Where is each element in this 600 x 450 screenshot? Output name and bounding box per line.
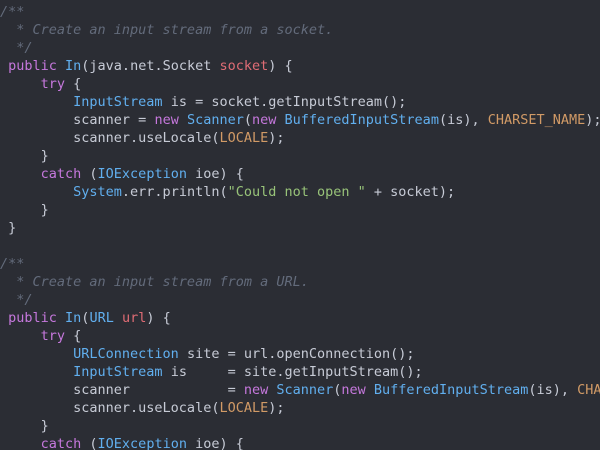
code-token: scanner = (0, 112, 155, 128)
code-line[interactable]: scanner.useLocale(LOCALE); (0, 129, 600, 147)
code-token: scanner.useLocale( (0, 130, 220, 146)
code-token: socket (219, 58, 269, 74)
code-token: ioe) { (186, 166, 244, 182)
code-token: try (0, 328, 66, 344)
code-token: InputStream (0, 364, 163, 380)
code-token: url (121, 310, 147, 326)
code-line[interactable]: catch (IOException ioe) { (0, 435, 600, 450)
code-line[interactable]: /** (0, 255, 600, 273)
code-line[interactable]: */ (0, 39, 600, 57)
code-area[interactable]: /** * Create an input stream from a sock… (0, 0, 600, 450)
code-token: is = site.getInputStream(); (162, 364, 423, 380)
code-token: ioe) { (186, 436, 244, 450)
code-line[interactable]: /** (0, 3, 600, 21)
code-token: URLConnection (0, 346, 179, 362)
code-token: CHARSET_NAME (487, 112, 586, 128)
code-line[interactable]: catch (IOException ioe) { (0, 165, 600, 183)
code-line[interactable]: } (0, 147, 600, 165)
code-token: (is), (438, 112, 488, 128)
code-line[interactable]: System.err.println("Could not open " + s… (0, 183, 600, 201)
code-token: /** (0, 4, 25, 20)
code-token: */ (0, 40, 33, 56)
code-token: catch (0, 166, 82, 182)
code-line[interactable]: */ (0, 291, 600, 309)
code-token: * Create an input stream from a socket. (0, 22, 334, 38)
code-token: InputStream (0, 94, 163, 110)
code-token: scanner.useLocale( (0, 400, 220, 416)
code-line[interactable]: scanner = new Scanner(new BufferedInputS… (0, 111, 600, 129)
code-line[interactable]: public In(URL url) { (0, 309, 600, 327)
code-token: "Could not open " (227, 184, 366, 200)
code-token: is = socket.getInputStream(); (162, 94, 407, 110)
code-line[interactable]: * Create an input stream from a URL. (0, 273, 600, 291)
code-line[interactable]: scanner.useLocale(LOCALE); (0, 399, 600, 417)
code-line[interactable]: } (0, 417, 600, 435)
code-token: new (243, 382, 277, 398)
code-token: + socket); (365, 184, 456, 200)
code-line[interactable]: InputStream is = site.getInputStream(); (0, 363, 600, 381)
code-token: .err.println( (121, 184, 228, 200)
code-token: ( (243, 112, 252, 128)
code-token: System (0, 184, 122, 200)
code-token: new (154, 112, 187, 128)
code-token: In (65, 310, 82, 326)
code-token: IOException (97, 436, 187, 450)
code-token: public (0, 310, 66, 326)
code-line[interactable] (0, 237, 600, 255)
code-line[interactable]: } (0, 201, 600, 219)
code-token: BufferedInputStream (284, 112, 439, 128)
code-token: ); (585, 112, 600, 128)
code-line[interactable]: public In(java.net.Socket socket) { (0, 57, 600, 75)
code-line[interactable]: InputStream is = socket.getInputStream()… (0, 93, 600, 111)
code-token: * Create an input stream from a URL. (0, 274, 309, 290)
code-token: new (341, 382, 374, 398)
code-token: ) { (146, 310, 171, 326)
code-token: { (65, 328, 82, 344)
code-token: Scanner (186, 112, 244, 128)
code-token: ) { (268, 58, 293, 74)
code-token: ); (268, 130, 285, 146)
code-token: Scanner (276, 382, 334, 398)
code-token: } (0, 148, 49, 164)
code-token: LOCALE (219, 400, 269, 416)
code-token: } (0, 220, 17, 236)
code-line[interactable]: URLConnection site = url.openConnection(… (0, 345, 600, 363)
code-line[interactable]: * Create an input stream from a socket. (0, 21, 600, 39)
code-token: (is), (528, 382, 578, 398)
code-line[interactable]: try { (0, 75, 600, 93)
code-token: */ (0, 292, 33, 308)
code-token: (java.net.Socket (81, 58, 220, 74)
code-token: new (252, 112, 285, 128)
code-line[interactable]: } (0, 219, 600, 237)
code-token: IOException (97, 166, 187, 182)
code-token: scanner = (0, 382, 244, 398)
code-token: { (65, 76, 82, 92)
code-token: public (0, 58, 66, 74)
code-token: CHARSE (577, 382, 600, 398)
code-editor[interactable]: /** * Create an input stream from a sock… (0, 0, 600, 450)
code-token: site = url.openConnection(); (178, 346, 415, 362)
code-token: BufferedInputStream (373, 382, 529, 398)
code-token: ( (81, 166, 98, 182)
code-line[interactable]: try { (0, 327, 600, 345)
code-token: catch (0, 436, 82, 450)
code-token: URL (89, 310, 114, 326)
code-token: try (0, 76, 66, 92)
code-token: } (0, 202, 49, 218)
code-token: /** (0, 256, 25, 272)
code-token: In (65, 58, 82, 74)
code-token: } (0, 418, 49, 434)
code-token: ( (81, 436, 98, 450)
code-line[interactable]: scanner = new Scanner(new BufferedInputS… (0, 381, 600, 399)
code-token: LOCALE (219, 130, 269, 146)
code-token: ); (268, 400, 285, 416)
